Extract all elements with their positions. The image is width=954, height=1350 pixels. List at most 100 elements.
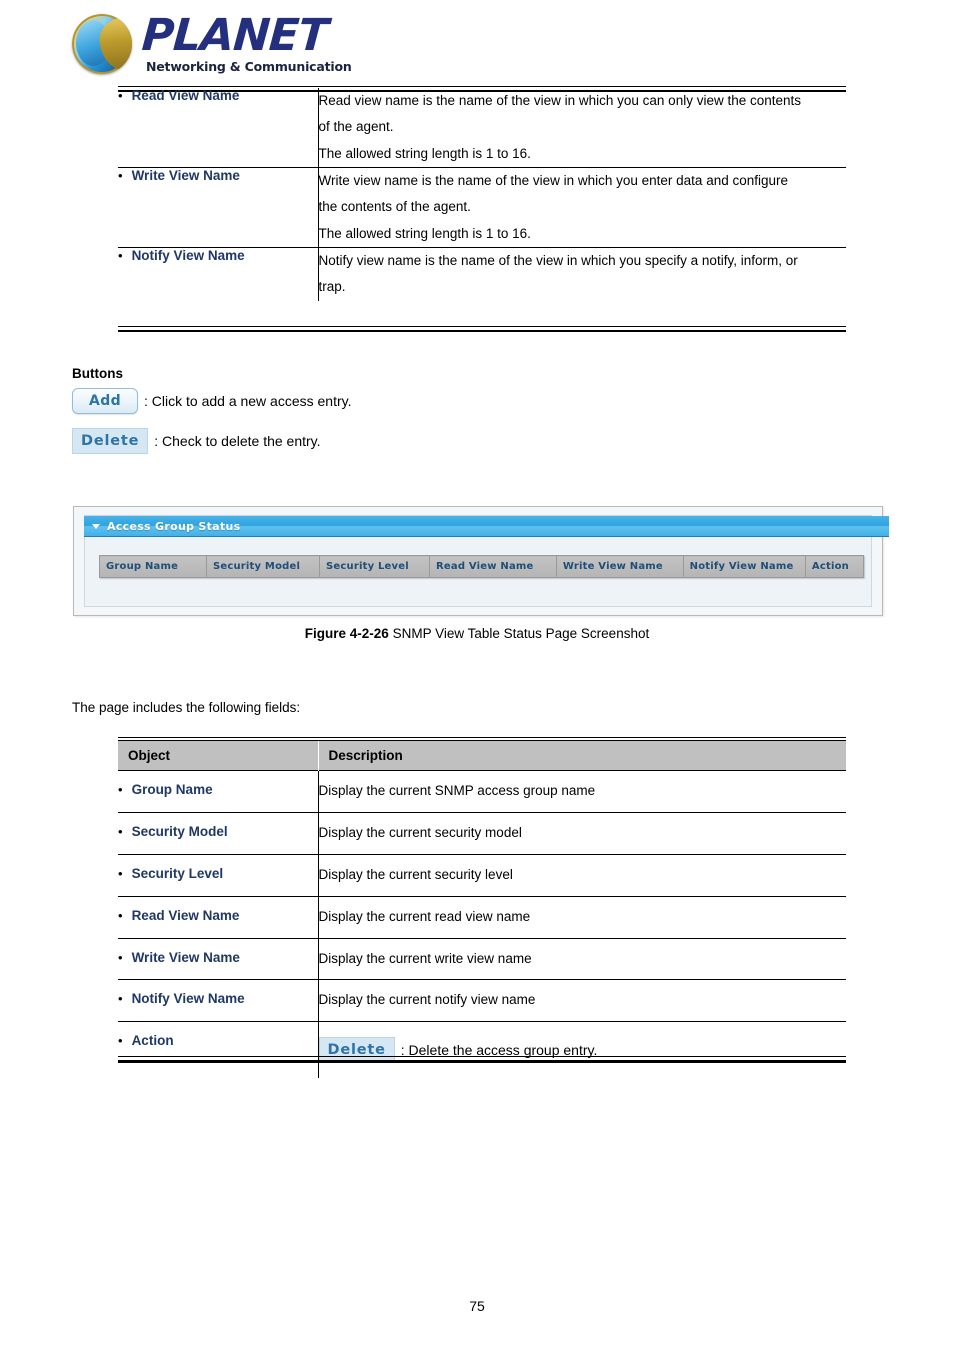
table-row-action: • Action Delete : Delete the access grou… [118,1021,846,1079]
bullet-icon: • [118,88,123,103]
figure-caption: Figure 4-2-26 SNMP View Table Status Pag… [0,626,954,641]
top-table-border-bottom-inner [118,326,846,327]
table-row: • Notify View Name Notify view name is t… [118,246,846,301]
column-header-security-level[interactable]: Security Level [319,555,431,578]
table-row: • Read View Name Read view name is the n… [118,88,846,168]
table-row: • Read View Name Display the current rea… [118,895,846,939]
description-line: Write view name is the name of the view … [318,172,789,188]
page-number: 75 [469,1298,485,1314]
object-cell: • Read View Name [118,895,319,939]
column-header-object: Object [118,741,319,771]
planet-globe-icon [72,14,132,74]
access-group-status-table: Group Name Security Model Security Level… [99,555,865,578]
object-cell: • Notify View Name [118,246,319,301]
object-cell: • Notify View Name [118,979,319,1022]
brand-name: PLANET [140,10,330,62]
brand-tagline: Networking & Communication [146,59,352,75]
description-cell: Display the current security model [318,811,846,855]
object-label: Action [131,1033,174,1049]
object-cell: • Action [118,1021,319,1079]
object-label: Notify View Name [131,991,245,1007]
table-row: • Notify View Name Display the current n… [118,979,846,1022]
panel-title: Access Group Status [107,519,241,533]
object-cell: • Write View Name [118,166,319,248]
bullet-icon: • [118,991,123,1007]
object-label: Security Level [131,865,224,881]
description-cell: Display the current notify view name [318,979,846,1022]
figure-title: SNMP View Table Status Page Screenshot [388,626,650,641]
bullet-icon: • [118,823,123,839]
delete-button-caption: : Check to delete the entry. [154,433,321,449]
description-line: Notify view name is the name of the view… [318,252,798,268]
object-cell: • Group Name [118,770,319,813]
bullet-icon: • [118,907,123,923]
figure-number: Figure 4-2-26 [304,626,389,641]
triangle-down-icon[interactable] [92,523,100,529]
access-group-status-screenshot: Access Group Status Group Name Security … [73,506,889,616]
intro-line: The page includes the following fields: [72,700,301,715]
description-cell: Display the current write view name [318,937,846,980]
bottom-table-border-bottom-outer [118,1060,846,1063]
bullet-icon: • [118,949,123,965]
column-header-notify-view-name[interactable]: Notify View Name [682,555,806,578]
object-label: Notify View Name [131,247,245,263]
description-line: the contents of the agent. [318,199,471,215]
top-table-border-outer [118,86,846,87]
column-header-action[interactable]: Action [804,555,865,578]
table-row: • Security Model Display the current sec… [118,811,846,855]
add-button[interactable]: Add [72,388,138,414]
object-label: Security Model [131,823,228,839]
bullet-icon: • [118,167,123,183]
column-header-security-model[interactable]: Security Model [205,555,321,578]
planet-wordmark: PLANET Networking & Communication [140,10,352,75]
column-header-group-name[interactable]: Group Name [99,555,207,578]
view-name-description-table: • Read View Name Read view name is the n… [118,88,846,301]
description-line: trap. [318,279,346,295]
planet-logo: PLANET Networking & Communication [72,10,352,75]
description-line: The allowed string length is 1 to 16. [318,225,531,241]
table-header-row: Group Name Security Model Security Level… [99,555,865,578]
object-label: Read View Name [131,907,240,923]
description-cell: Write view name is the name of the view … [318,166,846,248]
delete-button[interactable]: Delete [72,428,149,454]
object-description-table: Object Description • Group Name Display … [118,741,846,1079]
object-label: Group Name [131,782,213,797]
object-cell: • Security Level [118,853,319,897]
description-cell: Notify view name is the name of the view… [318,246,846,301]
object-label: Write View Name [131,949,240,965]
object-cell: • Write View Name [118,937,319,980]
buttons-heading: Buttons [72,366,123,381]
table-row: • Write View Name Write view name is the… [118,166,846,248]
table-header-row: Object Description [118,741,846,771]
object-label: Read View Name [131,88,240,103]
bottom-table-border-outer [118,737,846,738]
column-header-read-view-name[interactable]: Read View Name [429,555,557,578]
top-table-border-bottom-outer [118,330,846,332]
description-line: The allowed string length is 1 to 16. [318,145,531,161]
column-header-description: Description [318,741,846,771]
delete-button-caption: : Delete the access group entry. [400,1041,598,1058]
bullet-icon: • [118,865,123,881]
object-cell: • Read View Name [118,88,319,168]
description-line: of the agent. [318,119,394,135]
description-cell: Read view name is the name of the view i… [318,88,846,167]
bullet-icon: • [118,782,123,797]
bullet-icon: • [118,247,123,263]
object-cell: • Security Model [118,811,319,855]
table-row: • Security Level Display the current sec… [118,853,846,897]
description-line: Read view name is the name of the view i… [318,93,802,108]
add-button-caption: : Click to add a new access entry. [144,393,352,409]
add-button-row: Add : Click to add a new access entry. [72,388,352,414]
object-label: Write View Name [131,167,240,183]
description-cell: Display the current read view name [318,895,846,939]
description-cell: Display the current security level [318,853,846,897]
panel-title-bar[interactable]: Access Group Status [84,516,889,537]
delete-button-row: Delete : Check to delete the entry. [72,428,321,454]
column-header-write-view-name[interactable]: Write View Name [555,555,684,578]
bottom-table-border-bottom-inner [118,1056,846,1057]
bullet-icon: • [118,1033,123,1049]
table-row: • Group Name Display the current SNMP ac… [118,770,846,813]
description-cell: Delete : Delete the access group entry. [318,1021,846,1079]
table-row: • Write View Name Display the current wr… [118,937,846,980]
description-cell: Display the current SNMP access group na… [318,770,846,813]
